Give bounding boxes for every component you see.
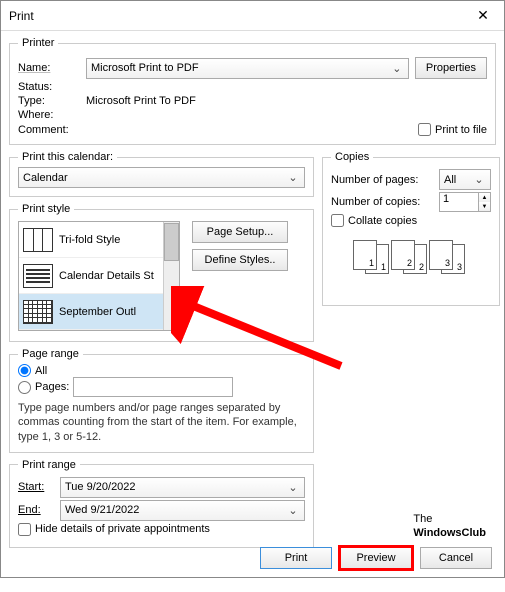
hide-details-input[interactable] xyxy=(18,523,31,536)
print-style-group: Print style Tri-fold Style Calendar Deta… xyxy=(9,203,314,342)
hide-details-label: Hide details of private appointments xyxy=(35,523,210,535)
type-value: Microsoft Print To PDF xyxy=(86,95,196,107)
calendar-value: Calendar xyxy=(23,172,68,184)
logo-line2: WindowsClub xyxy=(413,527,486,539)
page-range-pages-radio[interactable] xyxy=(18,381,31,394)
print-button[interactable]: Print xyxy=(260,547,332,569)
printer-name-value: Microsoft Print to PDF xyxy=(91,62,199,74)
style-item-trifold[interactable]: Tri-fold Style xyxy=(19,222,179,258)
calendar-legend: Print this calendar: xyxy=(18,151,117,163)
num-pages-value: All xyxy=(444,174,456,186)
watermark-logo: The WindowsClub xyxy=(413,511,486,540)
print-range-group: Print range Start: Tue 9/20/2022 ⌄ End: … xyxy=(9,459,314,548)
printer-legend: Printer xyxy=(18,37,58,49)
num-pages-select[interactable]: All ⌄ xyxy=(439,169,491,190)
cancel-button[interactable]: Cancel xyxy=(420,547,492,569)
spinner-icon[interactable]: ▲▼ xyxy=(479,192,491,212)
logo-line1: The xyxy=(413,513,432,525)
chevron-down-icon: ⌄ xyxy=(390,62,404,75)
end-date-select[interactable]: Wed 9/21/2022 ⌄ xyxy=(60,500,305,521)
calendar-group: Print this calendar: Calendar ⌄ xyxy=(9,151,314,197)
num-copies-value[interactable]: 1 xyxy=(439,192,479,212)
chevron-down-icon: ⌄ xyxy=(472,173,486,186)
style-label: Calendar Details St xyxy=(59,270,154,282)
details-icon xyxy=(23,264,53,288)
printer-group: Printer Name: Microsoft Print to PDF ⌄ P… xyxy=(9,37,496,145)
page-range-legend: Page range xyxy=(18,348,83,360)
page-range-pages-option[interactable]: Pages: xyxy=(18,377,305,397)
properties-button[interactable]: Properties xyxy=(415,57,487,79)
status-label: Status: xyxy=(18,81,80,93)
type-label: Type: xyxy=(18,95,80,107)
print-to-file-label: Print to file xyxy=(435,124,487,136)
style-item-details[interactable]: Calendar Details St xyxy=(19,258,179,294)
chevron-down-icon: ⌄ xyxy=(286,171,300,184)
copies-legend: Copies xyxy=(331,151,373,163)
chevron-down-icon: ⌄ xyxy=(286,504,300,517)
page-setup-button[interactable]: Page Setup... xyxy=(192,221,288,243)
comment-label: Comment: xyxy=(18,124,69,136)
style-label: Tri-fold Style xyxy=(59,234,120,246)
end-date-value: Wed 9/21/2022 xyxy=(65,504,139,516)
close-icon[interactable]: ✕ xyxy=(462,1,504,31)
chevron-down-icon: ⌄ xyxy=(286,481,300,494)
print-to-file-checkbox[interactable]: Print to file xyxy=(418,123,487,136)
start-label: Start: xyxy=(18,481,54,493)
where-label: Where: xyxy=(18,109,80,121)
collate-preview: 11 22 33 xyxy=(331,240,491,274)
style-item-september[interactable]: September Outl xyxy=(19,294,179,330)
calendar-select[interactable]: Calendar ⌄ xyxy=(18,167,305,188)
page-range-all-label: All xyxy=(35,365,47,377)
page-range-all-option[interactable]: All xyxy=(18,364,305,377)
window-title: Print xyxy=(9,9,34,23)
collate-checkbox[interactable]: Collate copies xyxy=(331,214,417,227)
print-to-file-input[interactable] xyxy=(418,123,431,136)
style-list[interactable]: Tri-fold Style Calendar Details St Septe… xyxy=(18,221,180,331)
page-range-pages-label: Pages: xyxy=(35,381,69,393)
collate-input[interactable] xyxy=(331,214,344,227)
print-range-legend: Print range xyxy=(18,459,80,471)
page-range-all-radio[interactable] xyxy=(18,364,31,377)
copies-group: Copies Number of pages: All ⌄ Number of … xyxy=(322,151,500,306)
end-label: End: xyxy=(18,504,54,516)
dialog-footer: Print Preview Cancel xyxy=(260,547,492,569)
num-copies-spinner[interactable]: 1 ▲▼ xyxy=(439,192,491,212)
num-copies-label: Number of copies: xyxy=(331,196,433,208)
start-date-select[interactable]: Tue 9/20/2022 ⌄ xyxy=(60,477,305,498)
collate-label: Collate copies xyxy=(348,215,417,227)
page-range-hint: Type page numbers and/or page ranges sep… xyxy=(18,401,305,444)
titlebar: Print ✕ xyxy=(1,1,504,31)
printer-name-select[interactable]: Microsoft Print to PDF ⌄ xyxy=(86,58,409,79)
hide-details-checkbox[interactable]: Hide details of private appointments xyxy=(18,523,210,536)
start-date-value: Tue 9/20/2022 xyxy=(65,481,136,493)
num-pages-label: Number of pages: xyxy=(331,174,433,186)
define-styles-button[interactable]: Define Styles.. xyxy=(192,249,288,271)
scrollbar[interactable] xyxy=(163,222,179,330)
print-style-legend: Print style xyxy=(18,203,74,215)
month-grid-icon xyxy=(23,300,53,324)
page-range-group: Page range All Pages: Type page numbers … xyxy=(9,348,314,453)
print-dialog: Print ✕ Printer Name: Microsoft Print to… xyxy=(0,0,505,578)
trifold-icon xyxy=(23,228,53,252)
page-range-pages-input[interactable] xyxy=(73,377,233,397)
preview-button[interactable]: Preview xyxy=(340,547,412,569)
name-label: Name: xyxy=(18,62,80,74)
style-label: September Outl xyxy=(59,306,136,318)
